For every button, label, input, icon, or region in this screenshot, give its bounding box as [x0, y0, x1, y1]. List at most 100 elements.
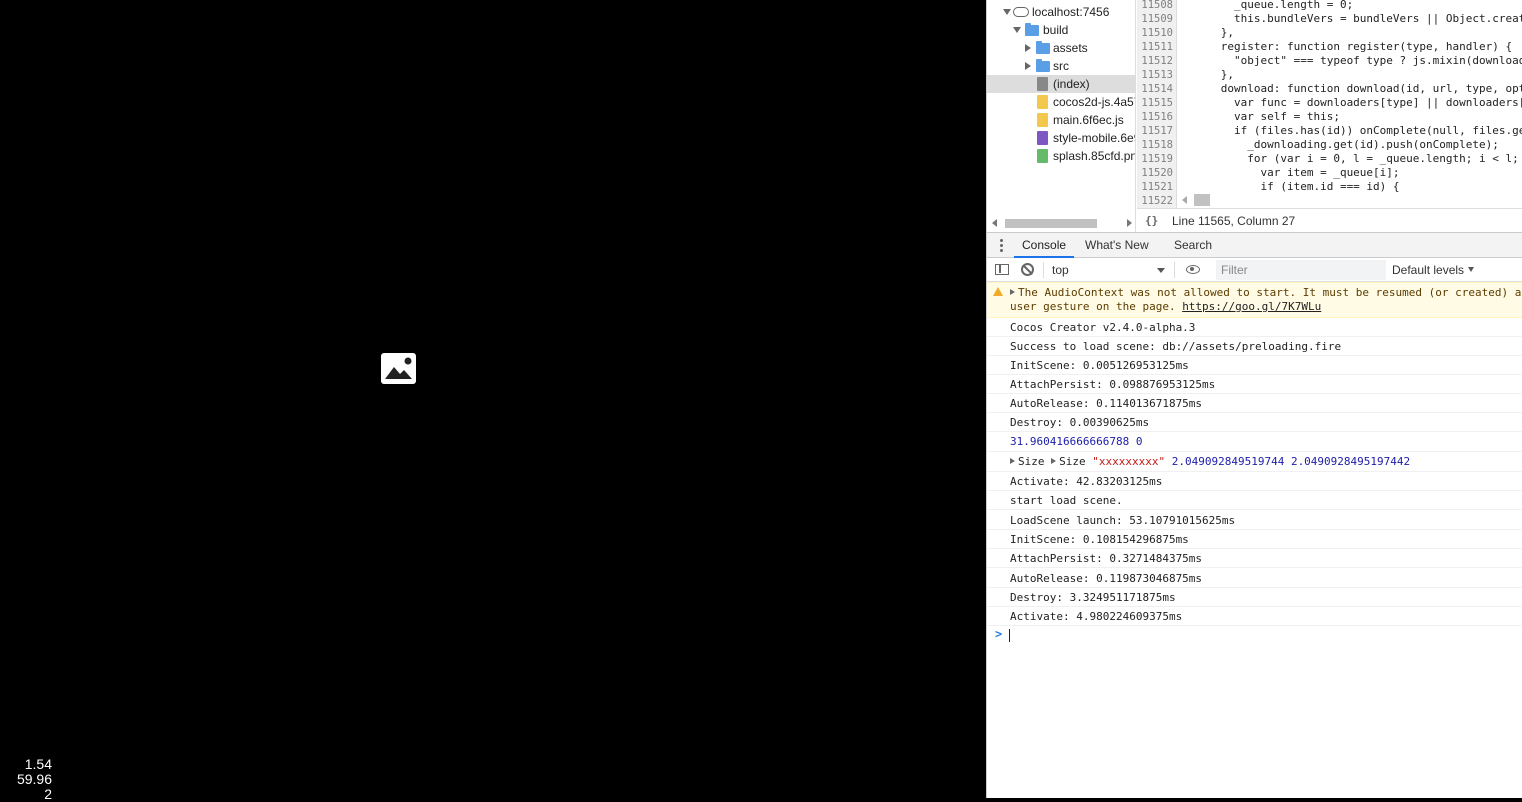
line-number[interactable]: 11518 — [1137, 138, 1173, 152]
clear-console-icon[interactable] — [1021, 263, 1034, 276]
tab-search[interactable]: Search — [1166, 233, 1220, 258]
object-label: Size — [1018, 455, 1045, 468]
code-line[interactable]: 11510 }, — [1137, 26, 1522, 40]
console-message[interactable]: Success to load scene: db://assets/prelo… — [987, 337, 1522, 356]
line-number[interactable]: 11508 — [1137, 0, 1173, 12]
console-message[interactable]: LoadScene launch: 53.10791015625ms — [987, 511, 1522, 530]
console-message-text: Activate: 42.83203125ms — [1010, 475, 1163, 488]
tree-label: splash.85cfd.pn — [1053, 149, 1136, 163]
console-message[interactable]: AutoRelease: 0.119873046875ms — [987, 569, 1522, 588]
expand-arrow-icon[interactable] — [1013, 27, 1021, 33]
tab-whats-new[interactable]: What's New — [1077, 233, 1157, 258]
tree-item-build[interactable]: build — [987, 21, 1135, 39]
expand-arrow-icon[interactable] — [1010, 458, 1015, 464]
code-line[interactable]: 11519 for (var i = 0, l = _queue.length;… — [1137, 152, 1522, 166]
line-number[interactable]: 11521 — [1137, 180, 1173, 194]
line-number[interactable]: 11517 — [1137, 124, 1173, 138]
console-message[interactable]: InitScene: 0.005126953125ms — [987, 356, 1522, 375]
line-number[interactable]: 11516 — [1137, 110, 1173, 124]
show-sidebar-icon[interactable] — [995, 264, 1009, 275]
console-message-text: AutoRelease: 0.114013671875ms — [1010, 397, 1203, 410]
tree-item-cocos2d-js[interactable]: cocos2d-js.4a57 — [987, 93, 1135, 111]
scrollbar-thumb[interactable] — [1194, 194, 1210, 206]
tree-item-index[interactable]: (index) — [987, 75, 1135, 93]
line-number[interactable]: 11509 — [1137, 12, 1173, 26]
code-line[interactable]: 11508 _queue.length = 0; — [1137, 0, 1522, 12]
line-number[interactable]: 11514 — [1137, 82, 1173, 96]
scroll-right-arrow-icon[interactable] — [1127, 219, 1132, 227]
scrollbar-thumb[interactable] — [1005, 219, 1097, 228]
live-expression-eye-icon[interactable] — [1186, 265, 1200, 274]
collapse-arrow-icon[interactable] — [1025, 44, 1031, 52]
object-label: Size — [1059, 455, 1086, 468]
code-line[interactable]: 11514 download: function download(id, ur… — [1137, 82, 1522, 96]
line-number[interactable]: 11513 — [1137, 68, 1173, 82]
pretty-print-button[interactable]: {} — [1145, 209, 1158, 233]
line-number[interactable]: 11510 — [1137, 26, 1173, 40]
devtools-panel: localhost:7456 build assets src (index) … — [986, 0, 1522, 798]
code-text: "object" === typeof type ? js.mixin(down… — [1181, 54, 1522, 67]
console-prompt[interactable]: > — [987, 626, 1522, 644]
console-message[interactable]: Destroy: 0.00390625ms — [987, 413, 1522, 432]
text-caret — [1009, 629, 1010, 642]
script-file-icon — [1037, 113, 1048, 127]
console-message[interactable]: start load scene. — [987, 491, 1522, 511]
expand-arrow-icon[interactable] — [1010, 289, 1015, 295]
console-message[interactable]: 31.960416666666788 0 — [987, 432, 1522, 452]
folder-icon — [1025, 23, 1039, 36]
game-canvas[interactable]: 1.54 59.96 2 — [0, 0, 986, 802]
scroll-left-arrow-icon[interactable] — [992, 219, 997, 227]
tree-label: localhost:7456 — [1032, 5, 1110, 19]
console-message[interactable]: Activate: 4.980224609375ms — [987, 607, 1522, 627]
code-line[interactable]: 11516 var self = this; — [1137, 110, 1522, 124]
expand-arrow-icon[interactable] — [1051, 458, 1057, 464]
stats-frame-time: 1.54 — [24, 756, 52, 772]
tree-item-splash[interactable]: splash.85cfd.pn — [987, 147, 1136, 165]
tree-item-assets[interactable]: assets — [987, 39, 1135, 57]
code-text: _downloading.get(id).push(onComplete); — [1181, 138, 1499, 151]
console-message[interactable]: InitScene: 0.108154296875ms — [987, 530, 1522, 549]
code-line[interactable]: 11518 _downloading.get(id).push(onComple… — [1137, 138, 1522, 152]
console-message[interactable]: AttachPersist: 0.3271484375ms — [987, 549, 1522, 569]
console-filter-input[interactable] — [1216, 260, 1386, 280]
more-options-icon[interactable] — [1000, 239, 1003, 253]
editor-horizontal-scrollbar[interactable] — [1177, 192, 1522, 208]
file-tree-horizontal-scrollbar[interactable] — [987, 214, 1135, 232]
scroll-left-arrow-icon[interactable] — [1182, 196, 1187, 204]
line-number[interactable]: 11520 — [1137, 166, 1173, 180]
code-line[interactable]: 11517 if (files.has(id)) onComplete(null… — [1137, 124, 1522, 138]
code-line[interactable]: 11511 register: function register(type, … — [1137, 40, 1522, 54]
tab-console[interactable]: Console — [1014, 233, 1075, 258]
console-object-message[interactable]: Size Size "xxxxxxxxx" 2.049092849519744 … — [987, 452, 1522, 472]
tree-item-src[interactable]: src — [987, 57, 1135, 75]
code-line[interactable]: 11512 "object" === typeof type ? js.mixi… — [1137, 54, 1522, 68]
number-values: 2.049092849519744 2.0490928495197442 — [1171, 455, 1411, 468]
context-selector[interactable]: top — [1047, 260, 1169, 280]
console-message[interactable]: Destroy: 3.324951171875ms — [987, 588, 1522, 607]
collapse-arrow-icon[interactable] — [1025, 62, 1031, 70]
expand-arrow-icon[interactable] — [1003, 9, 1011, 15]
warning-link[interactable]: https://goo.gl/7K7WLu — [1182, 300, 1321, 313]
console-message-text: 31.960416666666788 0 — [1010, 435, 1143, 448]
line-number[interactable]: 11512 — [1137, 54, 1173, 68]
code-line[interactable]: 11509 this.bundleVers = bundleVers || Ob… — [1137, 12, 1522, 26]
line-number[interactable]: 11511 — [1137, 40, 1173, 54]
console-message[interactable]: Activate: 42.83203125ms — [987, 472, 1522, 491]
source-editor[interactable]: 11508 _queue.length = 0; 11509 this.bundl… — [1137, 0, 1522, 208]
code-line[interactable]: 11515 var func = downloaders[type] || do… — [1137, 96, 1522, 110]
log-levels-dropdown[interactable]: Default levels — [1392, 260, 1475, 280]
console-message[interactable]: AttachPersist: 0.098876953125ms — [987, 375, 1522, 394]
line-number[interactable]: 11522 — [1137, 194, 1173, 208]
tree-item-main-js[interactable]: main.6f6ec.js — [987, 111, 1135, 129]
console-warning-message[interactable]: The AudioContext was not allowed to star… — [987, 282, 1522, 318]
code-line[interactable]: 11520 var item = _queue[i]; — [1137, 166, 1522, 180]
code-line[interactable]: 11513 }, — [1137, 68, 1522, 82]
console-message-list: The AudioContext was not allowed to star… — [987, 282, 1522, 798]
console-message[interactable]: AutoRelease: 0.114013671875ms — [987, 394, 1522, 413]
tree-item-origin[interactable]: localhost:7456 — [987, 3, 1135, 21]
tree-item-style-mobile[interactable]: style-mobile.6e9 — [987, 129, 1135, 147]
code-text: if (files.has(id)) onComplete(null, file… — [1181, 124, 1522, 137]
line-number[interactable]: 11515 — [1137, 96, 1173, 110]
console-message[interactable]: Cocos Creator v2.4.0-alpha.3 — [987, 318, 1522, 337]
line-number[interactable]: 11519 — [1137, 152, 1173, 166]
